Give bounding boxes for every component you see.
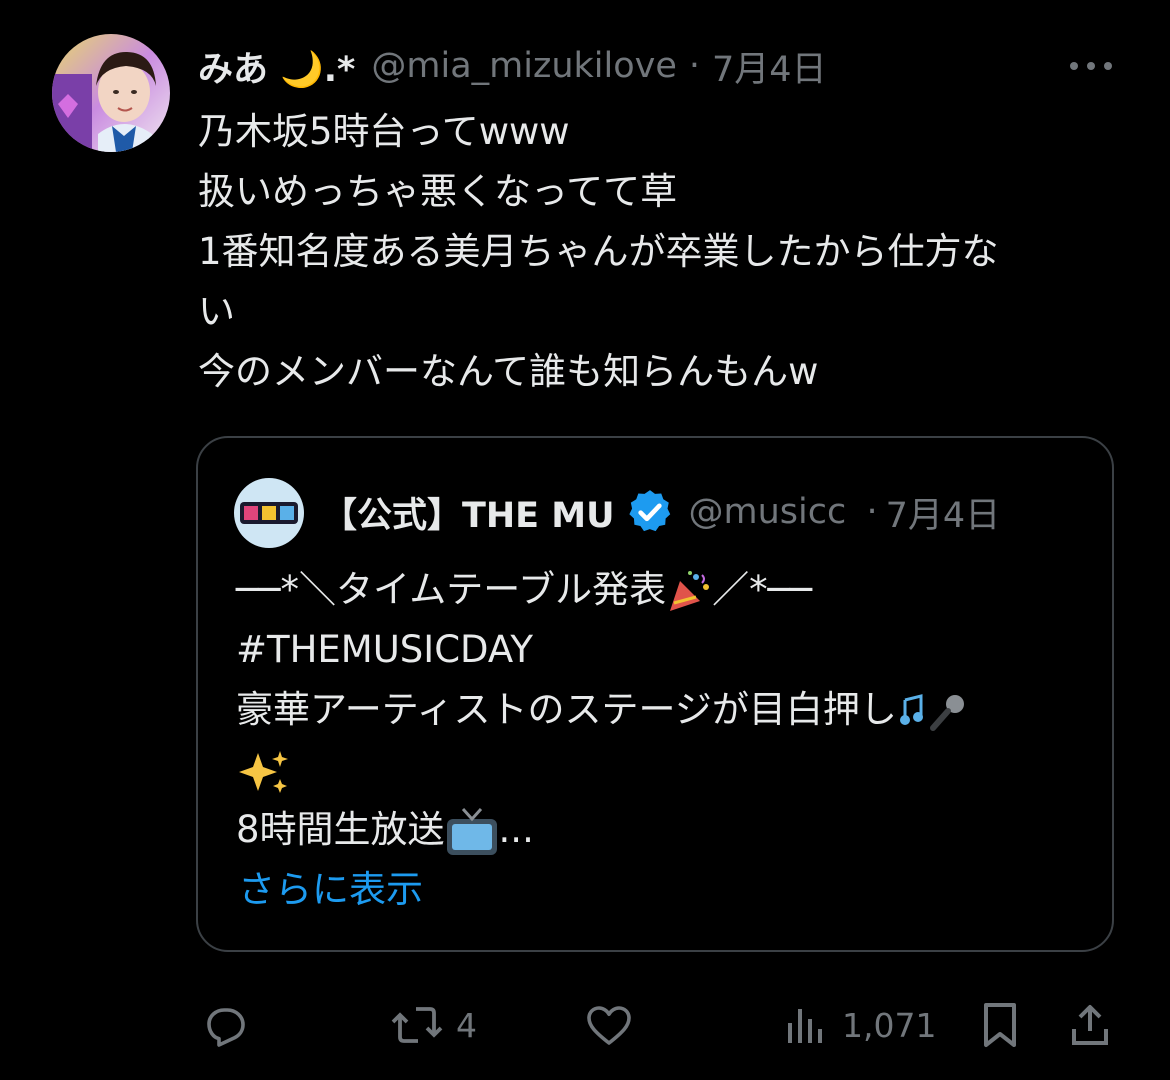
heart-icon [587, 1006, 631, 1045]
quoted-handle[interactable]: @musicc [689, 492, 859, 532]
quoted-tweet-card[interactable]: 【公式】THE MU @musicc · 7月4日 ──*＼タイムテーブル発表 ／… [196, 436, 1114, 952]
views-icon [788, 1009, 822, 1043]
reply-button[interactable] [200, 995, 248, 1055]
avatar-image [52, 34, 170, 152]
quoted-line-text: 豪華アーティストのステージが目白押し [236, 688, 897, 731]
share-icon [1072, 1005, 1108, 1045]
bookmark-icon [984, 1003, 1016, 1047]
television-icon [446, 807, 497, 855]
retweet-button[interactable]: 4 [390, 995, 477, 1055]
quoted-line-text: ──*＼タイムテーブル発表 [236, 568, 667, 611]
party-popper-icon [670, 570, 710, 611]
display-name[interactable]: みあ 🌙.* [198, 41, 355, 92]
quoted-line-text: ／*── [712, 568, 813, 611]
retweet-count: 4 [456, 1005, 477, 1045]
tweet-text: 乃木坂5時台ってwww 扱いめっちゃ悪くなってて草 1番知名度ある美月ちゃんが卒… [198, 102, 1123, 402]
separator-dot: · [688, 46, 701, 86]
tweet-line: 1番知名度ある美月ちゃんが卒業したから仕方な [198, 230, 999, 273]
separator-dot: · [866, 492, 878, 532]
quoted-date[interactable]: 7月4日 [886, 487, 1001, 538]
quoted-line: 8時間生放送... [236, 800, 1086, 860]
tweet-line: 扱いめっちゃ悪くなってて草 [198, 170, 678, 213]
quoted-text: ──*＼タイムテーブル発表 ／*── #THEMUSICDAY 豪華アーティストの… [236, 560, 1086, 860]
quoted-line-text: 8時間生放送 [236, 808, 445, 851]
tweet-line: い [198, 290, 235, 333]
user-avatar[interactable] [52, 34, 170, 152]
tweet-date[interactable]: 7月4日 [712, 41, 827, 92]
share-button[interactable] [1068, 995, 1112, 1055]
tweet-line: 今のメンバーなんて誰も知らんもんw [198, 350, 819, 393]
more-options-button[interactable] [1066, 56, 1116, 76]
reply-icon [207, 1008, 245, 1047]
views-count: 1,071 [842, 1005, 937, 1045]
verified-badge-icon [628, 490, 670, 532]
quoted-avatar[interactable] [234, 478, 304, 548]
quoted-header: 【公式】THE MU @musicc · 7月4日 [322, 484, 1000, 540]
tweet-header: みあ 🌙.* @mia_mizukilove · 7月4日 [198, 38, 827, 94]
bookmark-button[interactable] [978, 995, 1022, 1055]
quoted-line: 豪華アーティストのステージが目白押し [236, 680, 1086, 740]
hashtag-link[interactable]: #THEMUSICDAY [236, 620, 1086, 680]
views-button[interactable]: 1,071 [782, 995, 936, 1055]
like-button[interactable] [584, 995, 634, 1055]
quoted-line: ──*＼タイムテーブル発表 ／*── [236, 560, 1086, 620]
musical-notes-icon [899, 693, 923, 725]
quoted-line [236, 740, 1086, 800]
show-more-link[interactable]: さらに表示 [238, 860, 423, 920]
more-icon [1070, 62, 1112, 70]
tweet-line: 乃木坂5時台ってwww [198, 110, 570, 153]
microphone-icon [929, 694, 964, 731]
ellipsis: ... [498, 808, 534, 851]
sparkles-icon [239, 750, 288, 793]
action-bar: 4 1,071 [0, 995, 1170, 1055]
user-handle[interactable]: @mia_mizukilove [371, 46, 677, 86]
tmd-logo-icon [234, 478, 304, 548]
quoted-display-name[interactable]: 【公式】THE MU [322, 487, 615, 538]
retweet-icon [391, 1007, 443, 1043]
